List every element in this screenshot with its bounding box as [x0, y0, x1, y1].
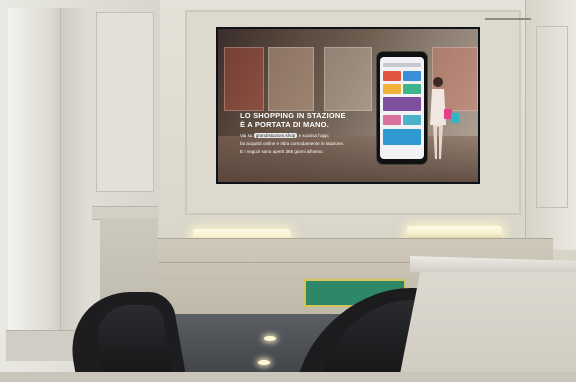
ad-text-line2: fai acquisti online e ritira comodamente…	[240, 141, 345, 146]
phone-app-screen	[380, 57, 424, 159]
app-banner	[383, 97, 421, 111]
store-front	[324, 47, 372, 111]
ceiling-light	[264, 336, 276, 341]
floor-edge	[0, 372, 576, 382]
ad-headline-line1: LO SHOPPING IN STAZIONE	[240, 111, 346, 120]
ad-text-line1: Vai su grandistazioni.shop e scarica l'a…	[240, 133, 329, 139]
pillar-side	[60, 8, 91, 353]
app-tile	[383, 84, 401, 94]
app-tile	[383, 71, 401, 81]
store-front	[224, 47, 264, 111]
wall-panel-left	[96, 12, 154, 192]
app-tile	[403, 84, 421, 94]
ceiling-light	[258, 360, 270, 365]
app-tile	[383, 115, 401, 125]
ad-url-highlight: grandistazioni.shop	[253, 133, 298, 138]
cable	[485, 18, 531, 20]
station-scene: LO SHOPPING IN STAZIONE È A PORTATA DI M…	[0, 0, 576, 382]
ad-text-line3: E i negozi sono aperti 365 giorni all'an…	[240, 149, 324, 154]
ad-text-after: e scarica l'app;	[298, 133, 330, 138]
escalator-panel-left	[90, 305, 176, 382]
marble-balustrade	[398, 258, 576, 382]
app-tile	[403, 115, 421, 125]
app-header	[383, 63, 421, 67]
ad-text-before: Vai su	[240, 133, 253, 138]
smartphone	[376, 51, 428, 165]
app-tile	[403, 71, 421, 81]
shopping-bag	[451, 113, 459, 123]
store-front	[268, 47, 314, 111]
wall-panel-right	[536, 26, 568, 208]
advertising-screen: LO SHOPPING IN STAZIONE È A PORTATA DI M…	[216, 27, 480, 184]
ad-headline: LO SHOPPING IN STAZIONE È A PORTATA DI M…	[240, 111, 346, 129]
ad-headline-line2: È A PORTATA DI MANO.	[240, 120, 329, 129]
app-banner	[383, 129, 421, 145]
